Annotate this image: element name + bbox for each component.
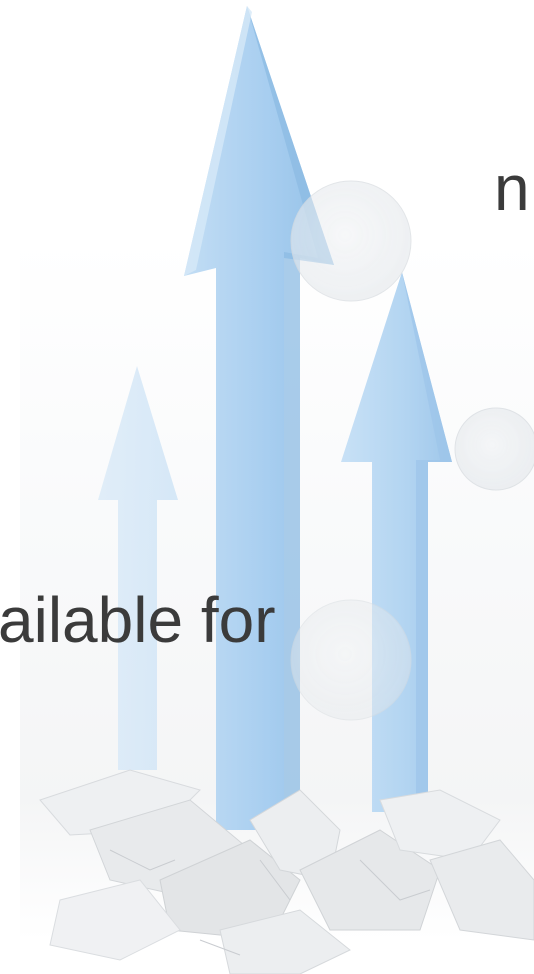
- cracked-rubble: [39, 769, 534, 974]
- growth-arrows-illustration: [20, 6, 534, 974]
- slide-text-fragment-middle: ailable for: [0, 584, 276, 656]
- slide-text-fragment-top: n: [494, 152, 530, 224]
- slide-canvas: n ailable for: [0, 0, 534, 974]
- circle-upper: [290, 180, 412, 302]
- circle-lower: [290, 599, 412, 721]
- circle-right: [454, 407, 534, 491]
